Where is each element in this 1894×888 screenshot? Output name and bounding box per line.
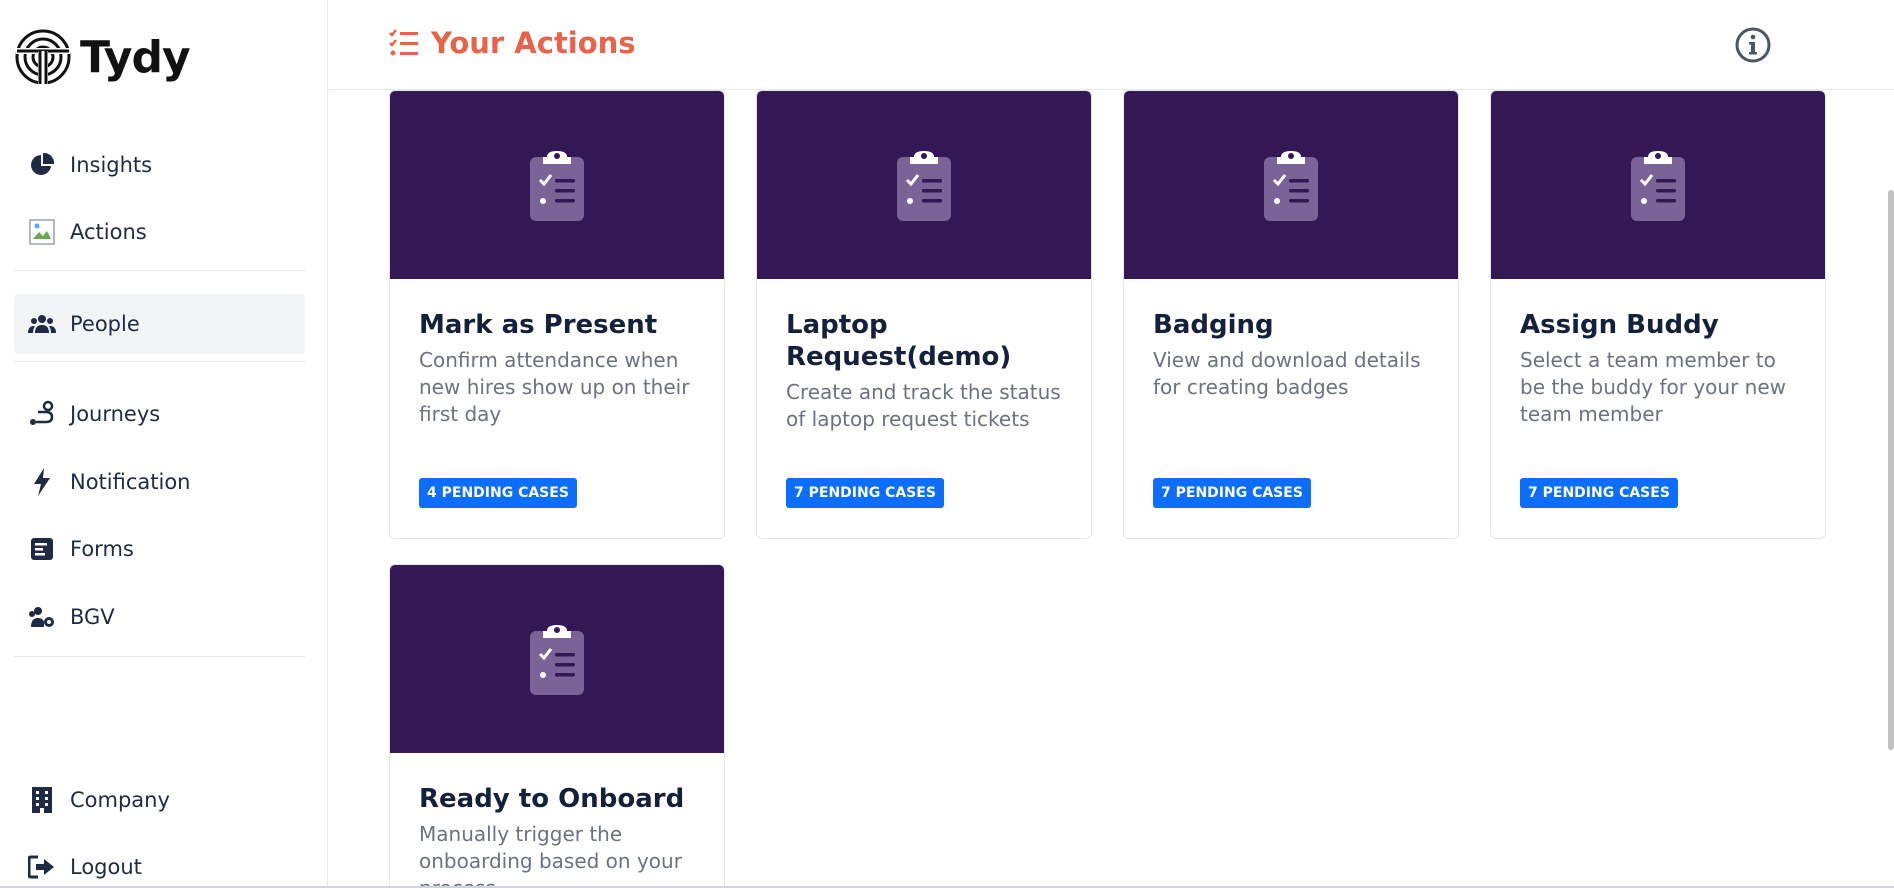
sidebar: Tydy Insights Actions People Journeys No… [0, 0, 328, 888]
pending-cases-badge[interactable]: 7 PENDING CASES [1520, 478, 1678, 508]
card-banner [757, 91, 1091, 279]
building-icon [28, 786, 56, 814]
people-icon [28, 310, 56, 338]
sidebar-item-journeys[interactable]: Journeys [14, 384, 305, 444]
card-title: Mark as Present [419, 310, 658, 340]
card-description: Select a team member to be the buddy for… [1520, 348, 1787, 426]
card-title: Ready to Onboard [419, 784, 685, 814]
sidebar-item-label: Insights [70, 153, 153, 177]
sidebar-item-label: BGV [70, 605, 115, 629]
card-banner [1124, 91, 1458, 279]
sidebar-item-label: Journeys [70, 402, 161, 426]
pending-cases-badge[interactable]: 7 PENDING CASES [786, 478, 944, 508]
sidebar-item-company[interactable]: Company [14, 770, 305, 830]
pie-chart-icon [28, 151, 56, 179]
page-title: Your Actions [431, 26, 636, 60]
sidebar-item-label: Notification [70, 470, 191, 494]
sidebar-item-insights[interactable]: Insights [14, 135, 305, 195]
app-logo[interactable]: Tydy [14, 28, 191, 86]
card-description: Manually trigger the onboarding based on… [419, 822, 682, 888]
bolt-icon [28, 468, 56, 496]
sidebar-divider [14, 656, 305, 657]
card-title: Assign Buddy [1520, 310, 1719, 340]
action-card-mark-as-present[interactable]: Mark as Present Confirm attendance when … [389, 90, 725, 539]
page-header: Your Actions [329, 0, 1894, 90]
card-description: Confirm attendance when new hires show u… [419, 348, 690, 426]
sidebar-item-label: Company [70, 788, 170, 812]
sidebar-item-label: Forms [70, 537, 134, 561]
broken-image-icon [28, 218, 56, 246]
action-card-laptop-request[interactable]: Laptop Request(demo) Create and track th… [756, 90, 1092, 539]
card-body: Laptop Request(demo) Create and track th… [757, 279, 1091, 433]
clipboard-check-icon [530, 625, 584, 695]
sidebar-divider [14, 270, 305, 271]
clipboard-check-icon [897, 151, 951, 221]
action-card-assign-buddy[interactable]: Assign Buddy Select a team member to be … [1490, 90, 1826, 539]
card-body: Badging View and download details for cr… [1124, 279, 1458, 401]
action-card-badging[interactable]: Badging View and download details for cr… [1123, 90, 1459, 539]
card-banner [390, 91, 724, 279]
pending-cases-badge[interactable]: 4 PENDING CASES [419, 478, 577, 508]
sidebar-item-logout[interactable]: Logout [14, 837, 305, 888]
card-body: Ready to Onboard Manually trigger the on… [390, 753, 724, 888]
logout-icon [28, 853, 56, 881]
clipboard-check-icon [530, 151, 584, 221]
task-list-icon [389, 29, 418, 56]
sidebar-item-actions[interactable]: Actions [14, 202, 305, 262]
card-description: View and download details for creating b… [1153, 348, 1421, 399]
tydy-logo-icon [15, 29, 71, 86]
page-title-wrap: Your Actions [389, 26, 636, 60]
sidebar-item-people[interactable]: People [14, 294, 305, 354]
clipboard-check-icon [1264, 151, 1318, 221]
pending-cases-badge[interactable]: 7 PENDING CASES [1153, 478, 1311, 508]
form-icon [28, 535, 56, 563]
sidebar-item-label: People [70, 312, 140, 336]
card-title: Laptop Request(demo) [786, 310, 1012, 372]
clipboard-check-icon [1631, 151, 1685, 221]
card-title: Badging [1153, 310, 1274, 340]
sidebar-item-notification[interactable]: Notification [14, 452, 305, 512]
card-body: Mark as Present Confirm attendance when … [390, 279, 724, 428]
app-name: Tydy [80, 31, 191, 83]
sidebar-item-label: Actions [70, 220, 147, 244]
card-banner [1491, 91, 1825, 279]
page-scrollbar[interactable] [1888, 190, 1894, 750]
route-icon [28, 400, 56, 428]
card-banner [390, 565, 724, 753]
sidebar-item-bgv[interactable]: BGV [14, 587, 305, 647]
info-icon [1735, 27, 1771, 63]
action-card-ready-to-onboard[interactable]: Ready to Onboard Manually trigger the on… [389, 564, 725, 888]
sidebar-divider [14, 361, 305, 362]
users-gear-icon [28, 603, 56, 631]
sidebar-item-label: Logout [70, 855, 142, 879]
card-description: Create and track the status of laptop re… [786, 380, 1061, 431]
card-body: Assign Buddy Select a team member to be … [1491, 279, 1825, 428]
info-button[interactable] [1734, 26, 1772, 64]
sidebar-item-forms[interactable]: Forms [14, 519, 305, 579]
